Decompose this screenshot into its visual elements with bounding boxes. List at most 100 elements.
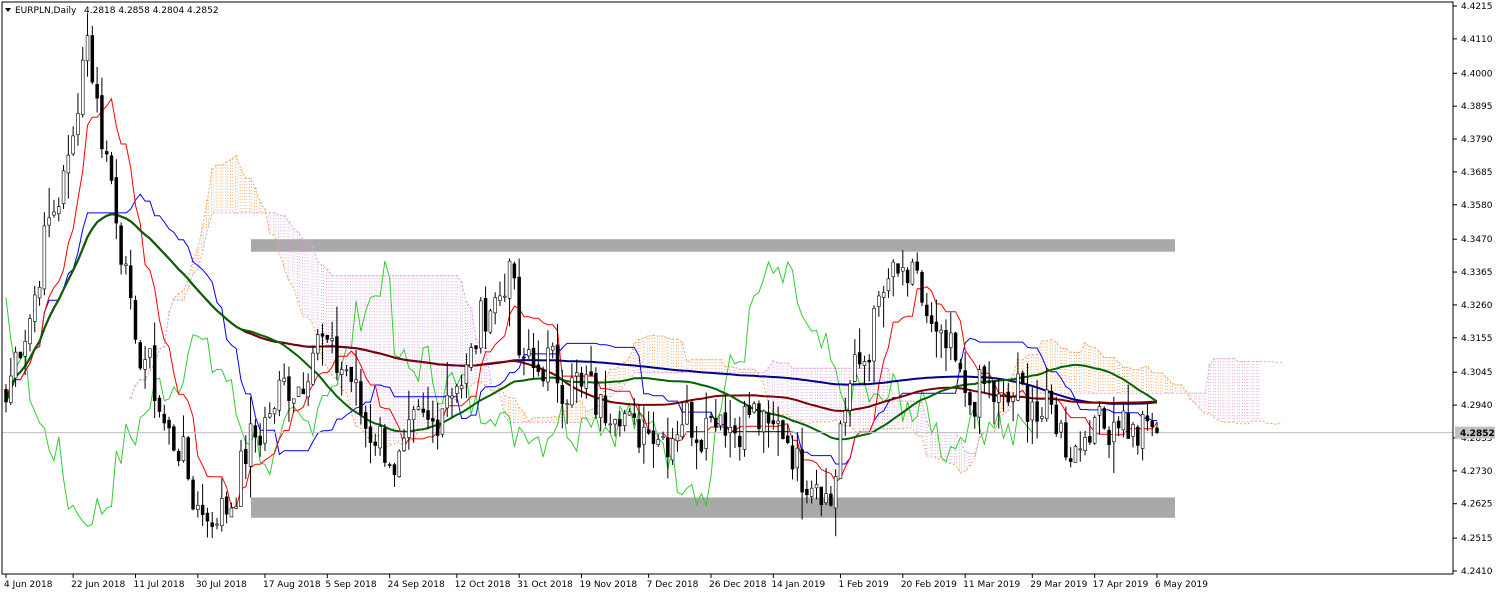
candle xyxy=(220,478,224,532)
candle xyxy=(877,291,881,317)
candle-body xyxy=(690,401,694,438)
x-tick-label: 17 Aug 2018 xyxy=(263,580,321,590)
candle-body xyxy=(1073,446,1078,463)
candle-body xyxy=(881,292,886,298)
candle xyxy=(1030,387,1035,444)
candle xyxy=(186,436,190,481)
dropdown-triangle-icon[interactable] xyxy=(5,8,11,12)
candle xyxy=(479,297,483,354)
candle xyxy=(191,475,195,511)
candle xyxy=(272,406,277,424)
y-tick-label: 4.3470 xyxy=(1461,235,1493,245)
candle-body xyxy=(891,261,895,278)
candle xyxy=(536,340,541,377)
candle xyxy=(891,259,895,297)
candle-body xyxy=(440,408,445,435)
candle xyxy=(143,346,147,389)
x-tick-label: 31 Oct 2018 xyxy=(517,580,573,590)
candle-body xyxy=(1088,436,1092,443)
candle-body xyxy=(162,413,167,424)
candle xyxy=(503,273,507,303)
candle xyxy=(1121,402,1126,438)
candle-body xyxy=(565,403,569,405)
candle xyxy=(1068,447,1073,468)
candle-body xyxy=(335,336,339,373)
candle-body xyxy=(1121,410,1126,431)
candle-body xyxy=(555,344,560,384)
candle xyxy=(901,250,905,286)
candle-body xyxy=(124,263,128,266)
candle-body xyxy=(37,286,42,299)
candlestick-chart[interactable]: 4.4215 4.4110 4.4000 4.3895 4.3790 4.3685 4.35… xyxy=(0,0,1497,595)
candle-body xyxy=(723,412,728,436)
y-tick-label: 4.3045 xyxy=(1461,368,1493,378)
candle xyxy=(215,518,219,530)
candle xyxy=(752,401,756,414)
candle-body xyxy=(536,364,541,372)
candle-body xyxy=(13,351,18,379)
candle xyxy=(248,397,253,498)
candle-body xyxy=(23,341,27,357)
candle xyxy=(613,418,617,437)
chart-root: 4.4215 4.4110 4.4000 4.3895 4.3790 4.3685 4.35… xyxy=(0,0,1497,595)
candle-body xyxy=(666,437,670,458)
candle-body xyxy=(359,381,363,415)
candle-body xyxy=(646,429,651,434)
candle-body xyxy=(507,260,512,299)
candle-body xyxy=(18,351,23,359)
candle-body xyxy=(220,498,224,527)
candle-body xyxy=(944,330,948,349)
candle xyxy=(675,420,680,452)
candle-body xyxy=(656,439,660,445)
candle-body xyxy=(968,392,972,406)
candle xyxy=(37,280,42,306)
candle xyxy=(522,347,526,376)
candle-body xyxy=(349,366,354,382)
candle xyxy=(632,398,636,425)
candle xyxy=(4,384,8,413)
candle-body xyxy=(694,439,699,443)
candle-body xyxy=(152,345,157,401)
candle-body xyxy=(1011,396,1015,402)
candle-body xyxy=(929,315,934,325)
plot-border xyxy=(1,1,1454,575)
candle-body xyxy=(320,333,325,337)
candle-body xyxy=(200,504,205,515)
candle-body xyxy=(579,372,584,387)
candle-body xyxy=(244,448,248,464)
candle-body xyxy=(186,437,190,480)
candle-body xyxy=(953,332,958,361)
candle xyxy=(1145,402,1150,431)
x-tick-label: 22 Jun 2018 xyxy=(71,580,125,590)
candle xyxy=(742,400,747,457)
x-tick-label: 5 Sep 2018 xyxy=(325,580,377,590)
candle xyxy=(762,409,766,453)
candle xyxy=(1025,363,1030,443)
candle-body xyxy=(268,413,272,418)
candle-body xyxy=(1054,404,1059,435)
candle xyxy=(968,390,972,415)
chart-header: EURPLN,Daily 4.2818 4.2858 4.2804 4.2852 xyxy=(5,6,219,16)
candle-body xyxy=(800,449,804,493)
candle-body xyxy=(1064,422,1068,458)
candle-body xyxy=(517,276,521,356)
candle xyxy=(550,342,555,359)
candle-body xyxy=(4,389,8,403)
candle-body xyxy=(1044,389,1049,420)
candle-body xyxy=(397,450,401,478)
candle-body xyxy=(114,177,119,224)
candle-body xyxy=(1131,424,1135,437)
candle xyxy=(157,394,162,418)
candle xyxy=(239,439,243,507)
candle xyxy=(320,323,325,366)
candle-body xyxy=(503,295,507,298)
candle xyxy=(383,423,387,467)
candle xyxy=(555,323,560,403)
resistance-zone xyxy=(251,239,1175,252)
candle xyxy=(363,405,368,448)
candle-body xyxy=(1040,415,1044,419)
candle-body xyxy=(939,329,943,334)
candle xyxy=(52,199,56,218)
candle xyxy=(311,345,315,386)
candle-body xyxy=(1112,421,1116,443)
